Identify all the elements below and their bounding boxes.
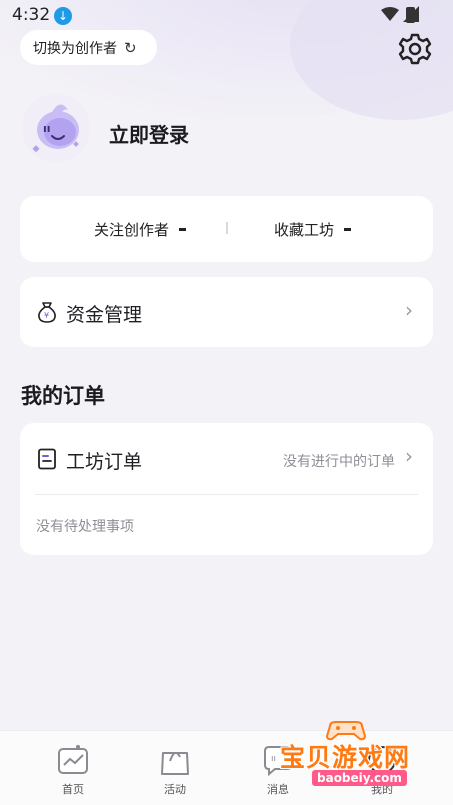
stat-divider bbox=[226, 222, 228, 234]
workshop-orders-status[interactable]: 没有进行中的订单 bbox=[283, 451, 395, 471]
home-icon bbox=[58, 745, 88, 774]
nav-activity-label: 活动 bbox=[164, 783, 186, 796]
nav-home[interactable]: 首页 bbox=[43, 743, 103, 803]
following-value bbox=[179, 228, 187, 231]
money-bag-icon: ¥ bbox=[38, 302, 56, 323]
fund-management-label: 资金管理 bbox=[66, 304, 143, 326]
favorites-label: 收藏工坊 bbox=[274, 221, 335, 239]
svg-text:¥: ¥ bbox=[44, 311, 49, 320]
fund-management-row[interactable]: ¥ 资金管理 › bbox=[20, 277, 433, 347]
workshop-orders-label[interactable]: 工坊订单 bbox=[66, 447, 142, 474]
nav-activity[interactable]: 活动 bbox=[145, 743, 205, 803]
following-label: 关注创作者 bbox=[94, 221, 170, 239]
following-stat[interactable]: 关注创作者 bbox=[94, 219, 187, 240]
battery-icon bbox=[406, 7, 415, 23]
download-icon: ↓ bbox=[54, 7, 72, 25]
activity-bag-icon bbox=[161, 751, 189, 775]
wifi-icon bbox=[381, 7, 399, 21]
watermark-url: baobeiy.com bbox=[312, 770, 407, 786]
divider bbox=[35, 494, 418, 495]
switch-label: 切换为创作者 bbox=[33, 40, 117, 57]
switch-to-creator-button[interactable]: 切换为创作者 ↻ bbox=[20, 30, 157, 65]
status-time: 4:32 bbox=[12, 5, 51, 25]
orders-card: 工坊订单 没有进行中的订单 › 没有待处理事项 bbox=[20, 423, 433, 555]
chevron-right-icon[interactable]: › bbox=[405, 444, 413, 468]
refresh-icon: ↻ bbox=[124, 38, 137, 57]
chevron-right-icon: › bbox=[405, 298, 413, 322]
settings-gear-icon[interactable] bbox=[398, 32, 432, 66]
favorites-value bbox=[344, 228, 352, 231]
order-document-icon bbox=[38, 448, 56, 470]
status-bar: 4:32 ↓ bbox=[0, 0, 453, 32]
avatar[interactable]: ıı bbox=[22, 94, 90, 162]
pending-items-text: 没有待处理事项 bbox=[36, 519, 134, 535]
svg-text:ıı: ıı bbox=[43, 122, 51, 135]
login-link[interactable]: 立即登录 bbox=[109, 119, 189, 148]
watermark-title: 宝贝游戏网 bbox=[280, 743, 411, 772]
favorites-stat[interactable]: 收藏工坊 bbox=[274, 219, 352, 240]
watermark-logo: 宝贝游戏网 baobeiy.com bbox=[262, 716, 442, 802]
stats-card: 关注创作者 收藏工坊 bbox=[20, 196, 433, 262]
my-orders-heading: 我的订单 bbox=[21, 384, 105, 408]
mascot-avatar-icon: ıı bbox=[32, 104, 79, 153]
nav-home-label: 首页 bbox=[62, 783, 84, 796]
